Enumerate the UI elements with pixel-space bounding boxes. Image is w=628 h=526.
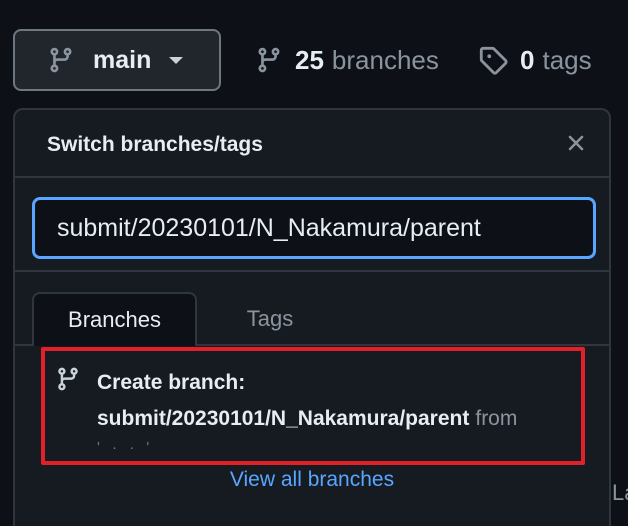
branch-selector-label: main <box>93 45 152 74</box>
tab-tags[interactable]: Tags <box>220 292 320 346</box>
tags-link[interactable]: 0 tags <box>478 40 592 80</box>
branch-switcher-dropdown: Switch branches/tags Branches Tags Creat… <box>13 108 611 526</box>
tags-word: tags <box>542 44 592 75</box>
tag-icon <box>479 46 508 75</box>
branch-selector-button[interactable]: main <box>13 29 221 91</box>
search-section <box>15 178 609 272</box>
tags-count: 0 <box>520 44 535 75</box>
dropdown-title: Switch branches/tags <box>47 133 263 156</box>
branches-word: branches <box>331 44 439 75</box>
tab-branches[interactable]: Branches <box>32 292 197 346</box>
create-branch-item[interactable]: Create branch: submit/20230101/N_Nakamur… <box>41 347 585 465</box>
branches-link[interactable]: 25 branches <box>255 40 439 80</box>
caret-down-icon <box>169 56 184 64</box>
page: main 25 branches 0 tags La Switch branch… <box>0 0 628 526</box>
source-branch-partial: ' · · ' <box>97 439 154 456</box>
from-word: from <box>475 407 518 430</box>
git-branch-icon <box>258 47 280 73</box>
view-all-branches-label: View all branches <box>229 468 395 491</box>
git-branch-icon <box>50 47 72 73</box>
branch-search-input[interactable] <box>32 197 596 259</box>
dropdown-header: Switch branches/tags <box>15 110 609 178</box>
create-branch-detail: submit/20230101/N_Nakamura/parent from <box>97 407 517 431</box>
new-branch-name: submit/20230101/N_Nakamura/parent <box>97 407 470 430</box>
create-branch-label: Create branch: <box>97 371 246 394</box>
dropdown-tabs: Branches Tags <box>15 292 609 346</box>
close-icon[interactable] <box>563 130 589 156</box>
view-all-branches-link[interactable]: View all branches <box>15 468 609 492</box>
git-branch-icon <box>58 367 78 391</box>
background-text-fragment: La <box>612 480 628 505</box>
branches-count: 25 <box>295 44 324 75</box>
